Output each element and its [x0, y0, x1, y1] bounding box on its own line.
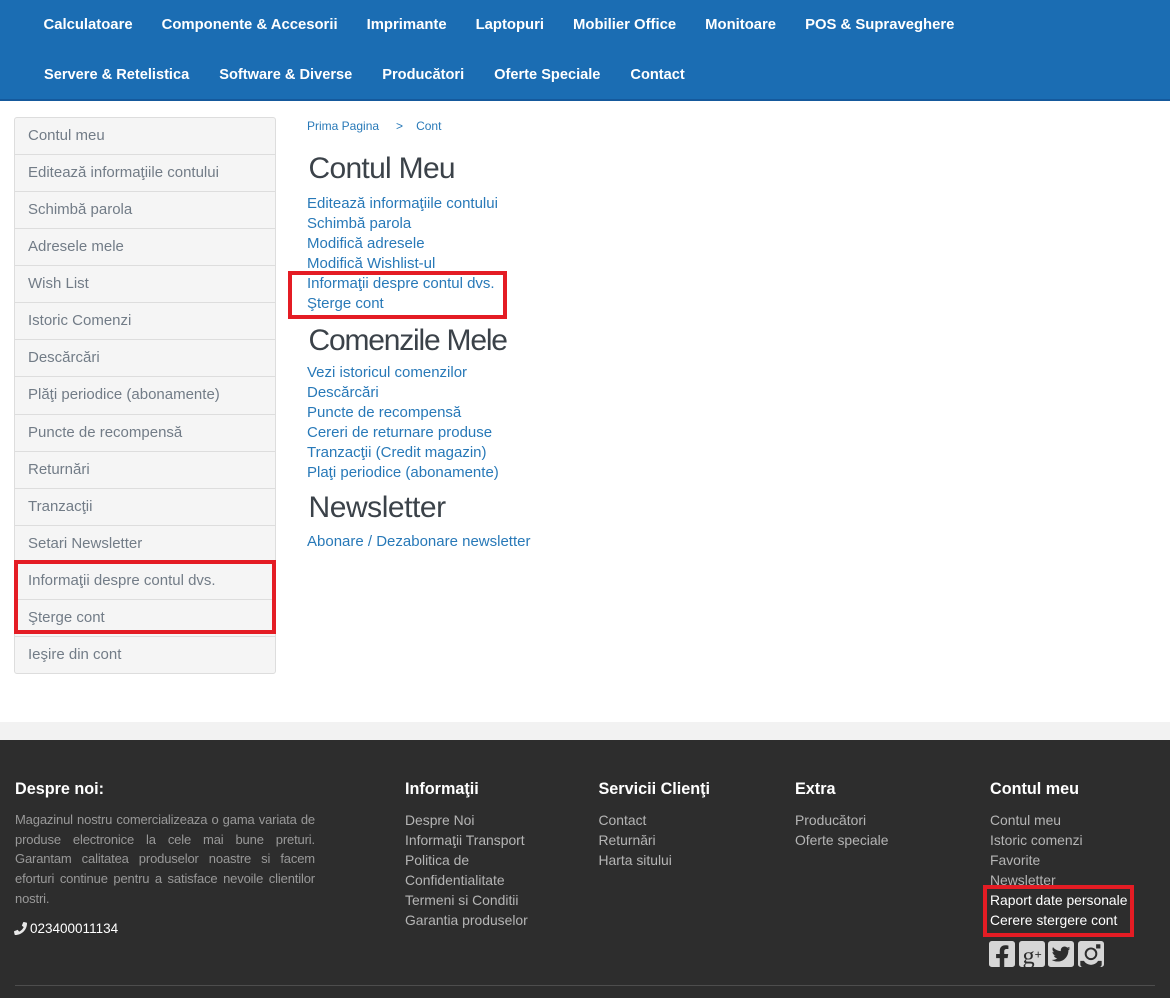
svg-text:g: g — [1022, 943, 1034, 967]
svg-text:+: + — [1034, 947, 1041, 961]
